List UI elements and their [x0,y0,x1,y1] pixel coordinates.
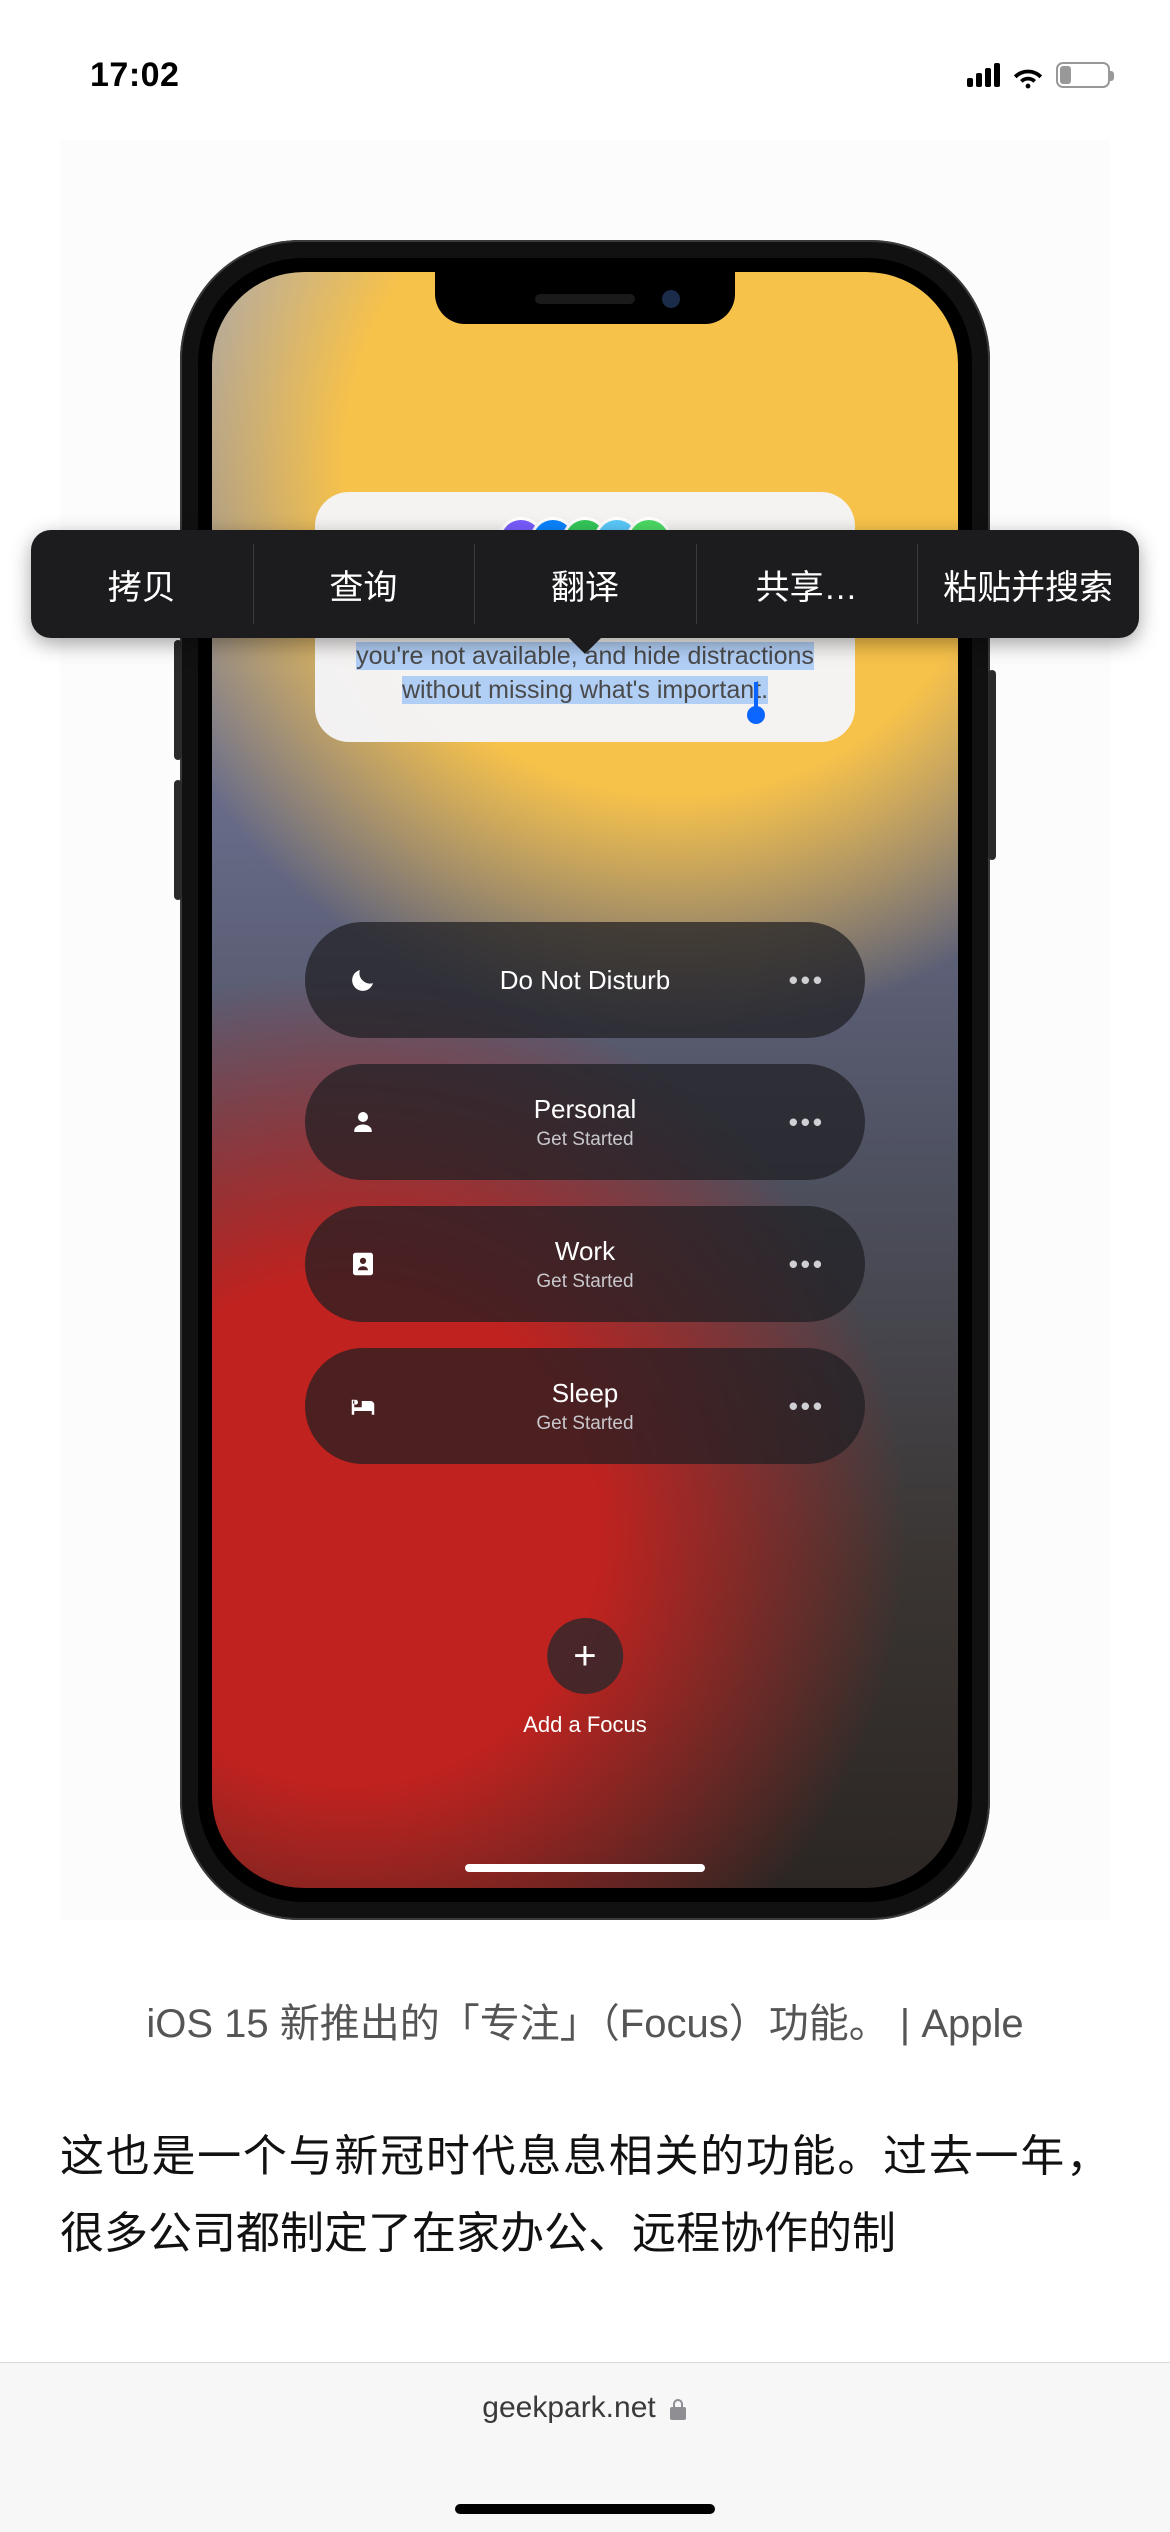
wifi-icon [1012,59,1044,91]
lock-icon [668,2396,688,2420]
focus-mode-label: Personal [305,1094,865,1125]
safari-toolbar: geekpark.net [0,2362,1170,2532]
menu-translate[interactable]: 翻译 [474,530,696,638]
add-focus: + Add a Focus [523,1618,647,1738]
selection-handle-end[interactable] [747,706,765,724]
article-body[interactable]: Find Focus in the Day Filter notificatio… [0,140,1170,2362]
focus-mode-sleep[interactable]: Sleep Get Started ••• [305,1348,865,1464]
figure-caption: iOS 15 新推出的「专注」（Focus）功能。 | Apple [40,1990,1130,2058]
focus-mode-list: Do Not Disturb ••• Personal Get Started [305,922,865,1464]
focus-mode-personal[interactable]: Personal Get Started ••• [305,1064,865,1180]
add-focus-button[interactable]: + [547,1618,623,1694]
status-time: 17:02 [90,56,179,95]
focus-mode-sublabel: Get Started [305,1271,865,1293]
focus-mode-label: Sleep [305,1378,865,1409]
focus-mode-sublabel: Get Started [305,1413,865,1435]
menu-copy[interactable]: 拷贝 [31,530,253,638]
cellular-icon [967,63,1000,87]
menu-share[interactable]: 共享… [696,530,918,638]
home-indicator [455,2504,715,2514]
figure: Find Focus in the Day Filter notificatio… [60,140,1110,1920]
status-indicators [967,59,1110,91]
focus-mode-label: Work [305,1236,865,1267]
focus-mode-label: Do Not Disturb [305,965,865,996]
status-bar: 17:02 [0,0,1170,120]
notch [435,272,735,324]
menu-arrow-icon [567,636,603,654]
menu-lookup[interactable]: 查询 [253,530,475,638]
phone-mockup: Find Focus in the Day Filter notificatio… [180,240,990,1920]
text-selection-menu: 拷贝 查询 翻译 共享… 粘贴并搜索 [31,530,1139,638]
address-bar[interactable]: geekpark.net [482,2391,687,2425]
mockup-home-indicator [465,1864,705,1872]
battery-icon [1056,62,1110,88]
page-domain: geekpark.net [482,2391,655,2425]
article-paragraph: 这也是一个与新冠时代息息相关的功能。过去一年，很多公司都制定了在家办公、远程协作… [60,2118,1110,2272]
focus-mode-work[interactable]: Work Get Started ••• [305,1206,865,1322]
focus-mode-sublabel: Get Started [305,1129,865,1151]
focus-mode-dnd[interactable]: Do Not Disturb ••• [305,922,865,1038]
add-focus-label: Add a Focus [523,1712,647,1738]
mockup-screen: Find Focus in the Day Filter notificatio… [212,272,958,1888]
menu-paste-search[interactable]: 粘贴并搜索 [917,530,1139,638]
